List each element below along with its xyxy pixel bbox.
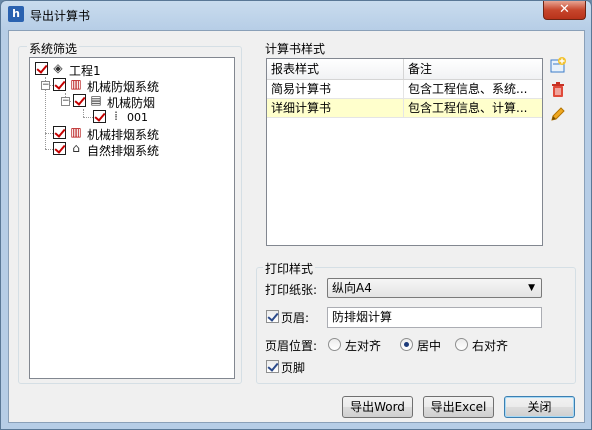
tree-node-natural-smoke-exhaust-system[interactable]: ⌂ 自然排烟系统 (30, 141, 230, 158)
column-header-note[interactable]: 备注 (404, 59, 542, 79)
natural-vent-icon: ⌂ (72, 141, 80, 155)
exhaust-system-icon: ▥ (70, 125, 82, 139)
window-title: 导出计算书 (30, 9, 91, 23)
tree-node-checkbox[interactable] (73, 94, 86, 107)
header-text-input[interactable]: 防排烟计算 (327, 307, 542, 328)
report-style-name: 简易计算书 (267, 80, 404, 98)
paper-select[interactable]: 纵向A4 ▼ (327, 278, 542, 298)
system-filter-label: 系统筛选 (27, 40, 80, 57)
collapse-toggle-icon[interactable]: − (41, 81, 50, 90)
building-icon: ▤ (90, 93, 102, 107)
export-excel-button[interactable]: 导出Excel (423, 396, 494, 418)
align-left-radio[interactable] (328, 338, 341, 351)
tree-node-checkbox[interactable] (93, 110, 106, 123)
export-word-button[interactable]: 导出Word (342, 396, 413, 418)
footer-label: 页脚 (281, 361, 306, 375)
tree-node-001[interactable]: ⁞ 001 (30, 109, 230, 125)
fan-system-icon: ▥ (70, 77, 82, 91)
collapse-toggle-icon[interactable]: − (61, 97, 70, 106)
tree-node-label: 自然排烟系统 (87, 144, 160, 158)
report-style-note: 包含工程信息、系统... (408, 82, 528, 96)
print-style-label: 打印样式 (263, 260, 316, 277)
report-style-list[interactable]: 报表样式 备注 简易计算书 包含工程信息、系统... 详细计算书 包含工程信息、… (266, 58, 543, 246)
app-logo-icon: h (8, 6, 24, 22)
grid-node-icon: ⁞ (114, 109, 118, 123)
tree-node-project[interactable]: ◈ 工程1 (30, 61, 230, 78)
export-report-dialog: h 导出计算书 ✕ 系统筛选 ◈ 工程1 − ▥ 机械防烟系统 − ▤ 机械防烟… (0, 0, 592, 430)
add-icon[interactable] (548, 57, 568, 77)
tree-node-checkbox[interactable] (35, 62, 48, 75)
header-label: 页眉: (281, 311, 310, 325)
list-item[interactable]: 简易计算书 包含工程信息、系统... (267, 80, 542, 99)
align-center-label: 居中 (417, 339, 442, 353)
list-item-selected[interactable]: 详细计算书 包含工程信息、计算... (267, 99, 542, 118)
align-right-radio[interactable] (455, 338, 468, 351)
delete-icon[interactable] (548, 81, 568, 101)
list-header: 报表样式 备注 (267, 59, 542, 80)
tree-node-label: 001 (127, 111, 148, 124)
close-button[interactable]: 关闭 (504, 396, 575, 418)
report-style-name: 详细计算书 (267, 99, 404, 117)
report-style-label: 计算书样式 (263, 40, 328, 57)
header-checkbox[interactable] (266, 310, 279, 323)
tree-node-mechanical-smoke-prevention-system[interactable]: − ▥ 机械防烟系统 (30, 77, 230, 94)
window-close-button[interactable]: ✕ (543, 1, 586, 20)
edit-icon[interactable] (548, 105, 568, 125)
footer-checkbox[interactable] (266, 360, 279, 373)
title-bar[interactable]: h 导出计算书 ✕ (1, 1, 591, 29)
tree-node-mechanical-smoke-prevention[interactable]: − ▤ 机械防烟 (30, 93, 230, 110)
paper-label: 打印纸张: (265, 283, 318, 297)
system-tree[interactable]: ◈ 工程1 − ▥ 机械防烟系统 − ▤ 机械防烟 ⁞ 001 ▥ 机械排烟系统 (29, 57, 235, 379)
column-header-style[interactable]: 报表样式 (267, 59, 404, 79)
tree-node-checkbox[interactable] (53, 142, 66, 155)
dropdown-arrow-icon: ▼ (528, 283, 535, 293)
report-style-note: 包含工程信息、计算... (408, 101, 528, 115)
align-center-radio[interactable] (400, 338, 413, 351)
align-right-label: 右对齐 (472, 339, 509, 353)
tree-node-mechanical-smoke-exhaust-system[interactable]: ▥ 机械排烟系统 (30, 125, 230, 142)
layers-icon: ◈ (53, 61, 63, 75)
tree-node-checkbox[interactable] (53, 126, 66, 139)
align-left-label: 左对齐 (345, 339, 382, 353)
tree-node-checkbox[interactable] (53, 78, 66, 91)
paper-select-value: 纵向A4 (332, 281, 372, 295)
header-position-label: 页眉位置: (265, 339, 318, 353)
